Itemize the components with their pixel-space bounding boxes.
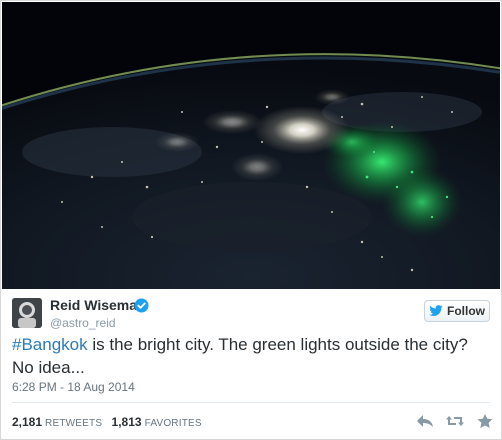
tweet-photo[interactable] (2, 2, 500, 289)
embedded-tweet-card: Reid Wiseman @astro_reid Follow #Bangkok… (0, 0, 502, 440)
astronaut-avatar-icon (12, 298, 42, 328)
retweets-count[interactable]: 2,181 (12, 415, 42, 429)
author-avatar[interactable] (12, 298, 42, 328)
retweet-icon[interactable] (445, 413, 465, 429)
tweet-stats: 2,181 RETWEETS 1,813 FAVORITES (12, 415, 208, 429)
tweet-actions (415, 413, 495, 429)
hashtag-link[interactable]: #Bangkok (12, 335, 88, 354)
author-name[interactable]: Reid Wiseman (50, 297, 146, 313)
tweet-text: #Bangkok is the bright city. The green l… (12, 333, 492, 379)
divider (12, 402, 490, 403)
author-handle[interactable]: @astro_reid (50, 316, 116, 330)
favorites-count[interactable]: 1,813 (112, 415, 142, 429)
verified-badge-icon (134, 298, 149, 313)
reply-icon[interactable] (415, 413, 435, 429)
star-icon[interactable] (475, 413, 495, 429)
retweets-label[interactable]: RETWEETS (45, 418, 102, 429)
bird-icon (429, 305, 443, 317)
earth-at-night-image (2, 2, 500, 289)
tweet-timestamp[interactable]: 6:28 PM - 18 Aug 2014 (12, 380, 135, 394)
follow-button-label: Follow (447, 304, 485, 318)
follow-button[interactable]: Follow (424, 300, 490, 322)
favorites-label[interactable]: FAVORITES (145, 418, 202, 429)
